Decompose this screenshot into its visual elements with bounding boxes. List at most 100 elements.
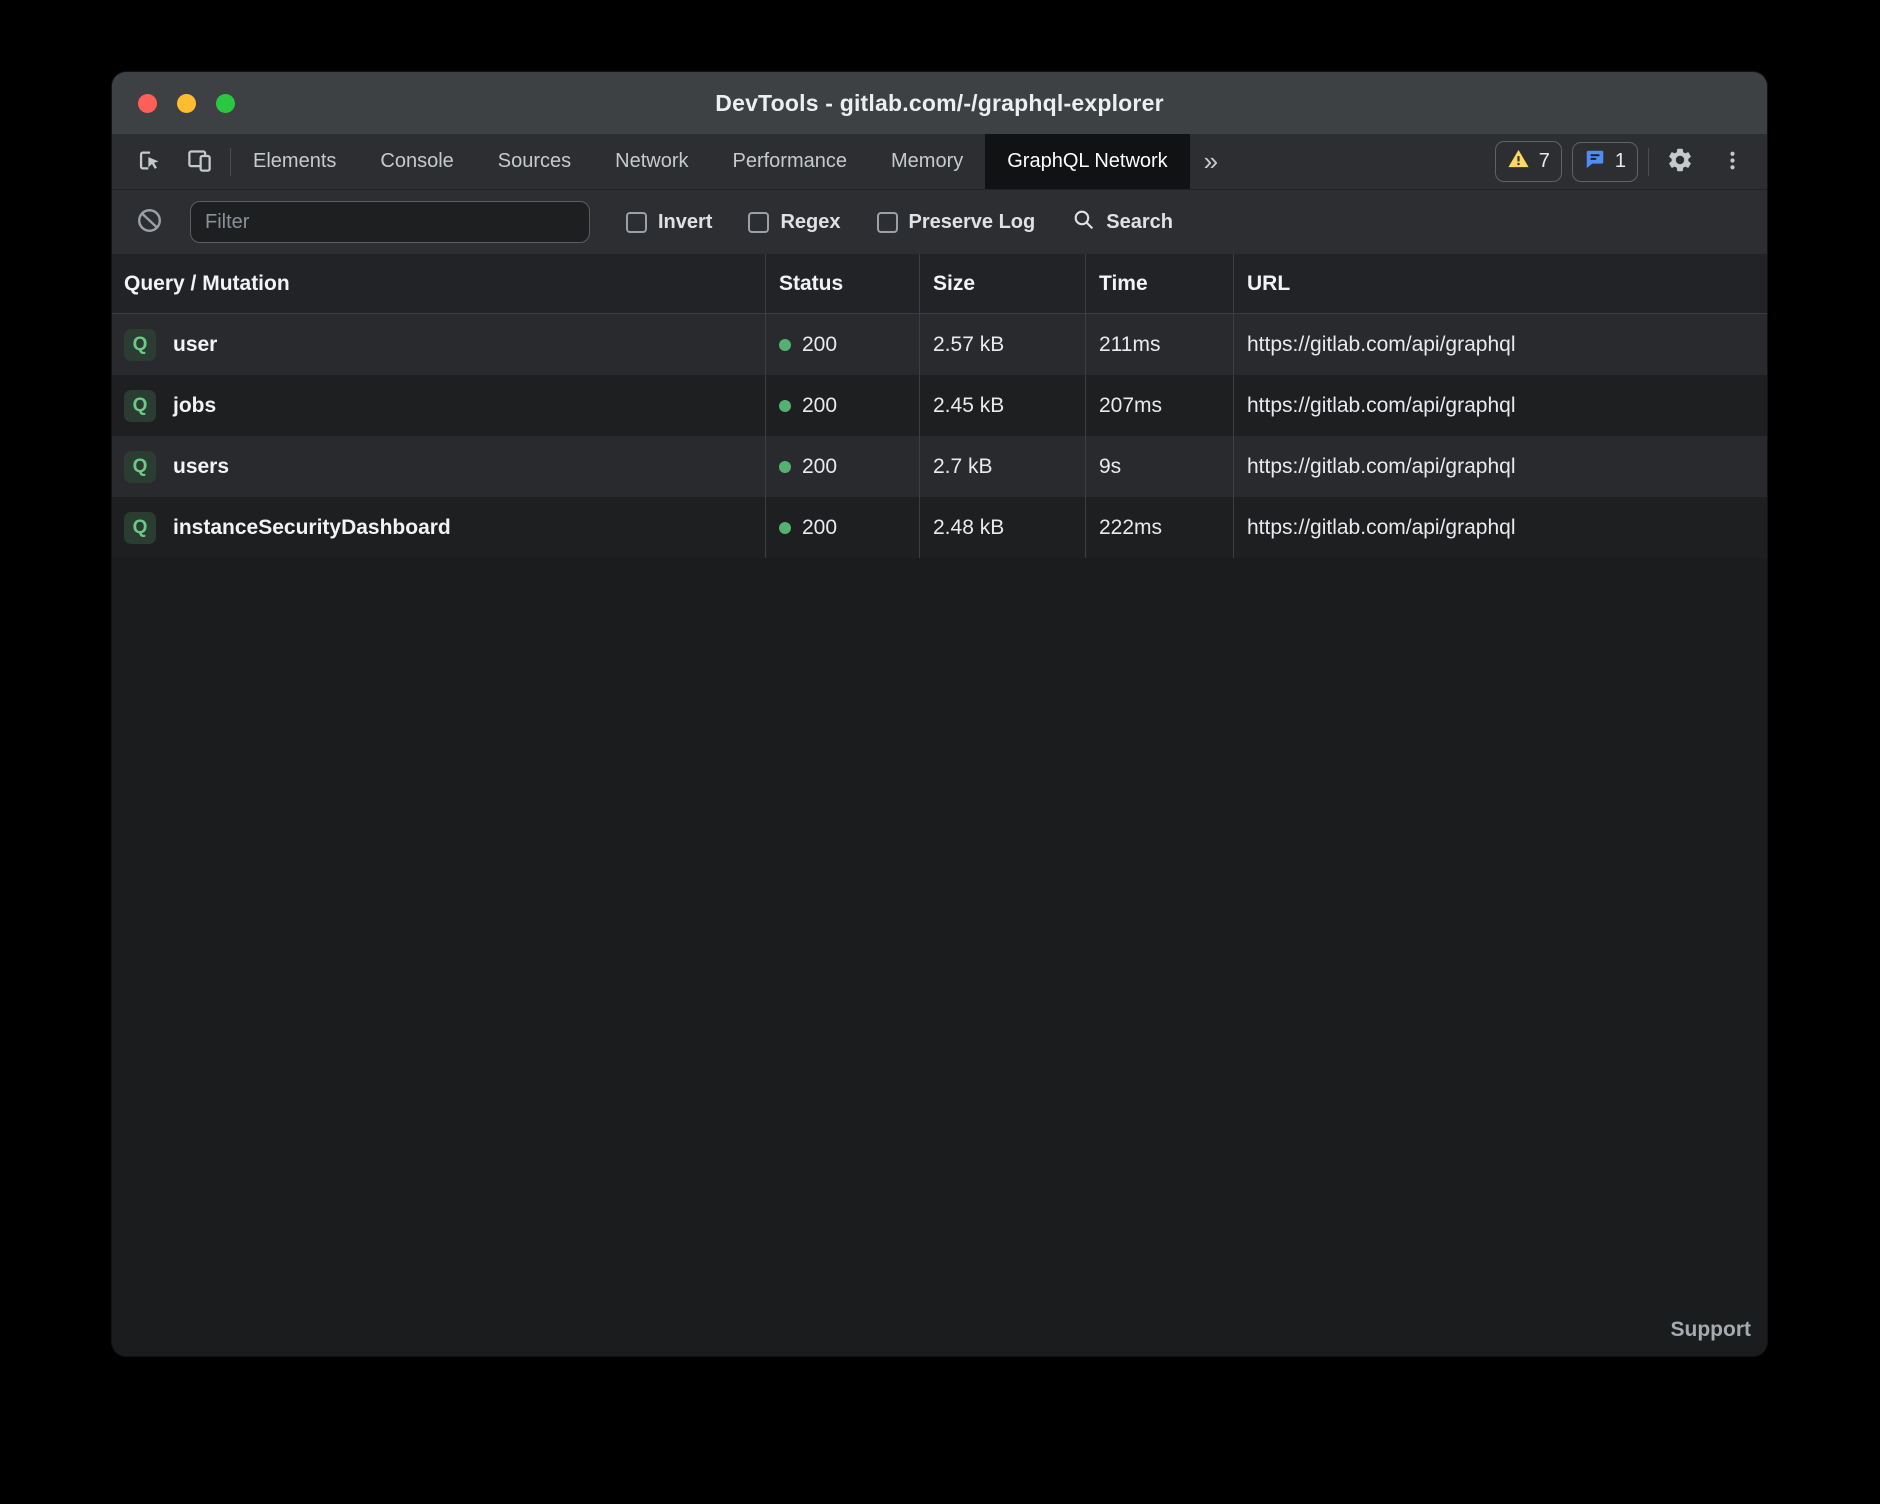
block-icon [135, 206, 164, 238]
menu-button[interactable] [1711, 142, 1753, 182]
query-cell: Q users [112, 436, 765, 497]
invert-label: Invert [658, 211, 712, 234]
query-name: instanceSecurityDashboard [173, 516, 451, 540]
tab-performance[interactable]: Performance [711, 134, 870, 189]
preserve-log-label: Preserve Log [909, 211, 1036, 234]
zoom-window-button[interactable] [216, 94, 235, 113]
inspect-cursor-icon [136, 147, 163, 177]
checkbox-icon [877, 212, 898, 233]
query-type-badge: Q [124, 390, 156, 422]
status-ok-dot-icon [779, 400, 791, 412]
search-control[interactable]: Search [1071, 207, 1173, 238]
url-cell: https://gitlab.com/api/graphql [1233, 375, 1767, 436]
size-cell: 2.7 kB [919, 436, 1085, 497]
devtools-window: DevTools - gitlab.com/-/graphql-explorer [112, 72, 1767, 1356]
more-tabs-button[interactable]: » [1190, 134, 1232, 189]
kebab-menu-icon [1720, 148, 1745, 176]
table-row[interactable]: Q instanceSecurityDashboard 200 2.48 kB … [112, 497, 1767, 558]
issues-icon [1584, 148, 1606, 176]
size-cell: 2.57 kB [919, 314, 1085, 375]
warning-icon [1507, 147, 1530, 176]
warnings-badge[interactable]: 7 [1495, 141, 1562, 182]
issues-badge[interactable]: 1 [1572, 142, 1638, 182]
gear-icon [1666, 146, 1694, 177]
minimize-window-button[interactable] [177, 94, 196, 113]
url-cell: https://gitlab.com/api/graphql [1233, 436, 1767, 497]
request-table-body: Q user 200 2.57 kB 211ms https://gitlab.… [112, 314, 1767, 1356]
query-type-badge: Q [124, 451, 156, 483]
tab-console[interactable]: Console [358, 134, 475, 189]
tabbar-right-controls: 7 1 [1495, 134, 1767, 189]
table-header: Query / Mutation Status Size Time URL [112, 254, 1767, 314]
tab-memory[interactable]: Memory [869, 134, 985, 189]
column-header-time[interactable]: Time [1085, 254, 1233, 313]
window-title: DevTools - gitlab.com/-/graphql-explorer [715, 90, 1163, 117]
tabbar-right-divider [1648, 148, 1649, 176]
regex-checkbox[interactable]: Regex [748, 211, 840, 234]
query-type-badge: Q [124, 512, 156, 544]
settings-button[interactable] [1659, 142, 1701, 182]
query-name: users [173, 455, 229, 479]
preserve-log-checkbox[interactable]: Preserve Log [877, 211, 1036, 234]
query-cell: Q jobs [112, 375, 765, 436]
time-cell: 222ms [1085, 497, 1233, 558]
filter-toolbar: Invert Regex Preserve Log Search [112, 190, 1767, 254]
query-name: jobs [173, 394, 216, 418]
tool-icons-group [112, 134, 230, 189]
tab-sources[interactable]: Sources [476, 134, 593, 189]
window-titlebar: DevTools - gitlab.com/-/graphql-explorer [112, 72, 1767, 134]
status-ok-dot-icon [779, 522, 791, 534]
size-cell: 2.48 kB [919, 497, 1085, 558]
traffic-lights [138, 72, 235, 134]
search-icon [1071, 207, 1096, 238]
warnings-count: 7 [1539, 150, 1550, 173]
url-cell: https://gitlab.com/api/graphql [1233, 314, 1767, 375]
clear-log-button[interactable] [132, 202, 166, 242]
column-header-url[interactable]: URL [1233, 254, 1767, 313]
panel-tabs: Elements Console Sources Network Perform… [231, 134, 1190, 189]
time-cell: 207ms [1085, 375, 1233, 436]
query-cell: Q user [112, 314, 765, 375]
status-cell: 200 [765, 497, 919, 558]
status-ok-dot-icon [779, 461, 791, 473]
column-header-status[interactable]: Status [765, 254, 919, 313]
table-row[interactable]: Q users 200 2.7 kB 9s https://gitlab.com… [112, 436, 1767, 497]
search-label: Search [1106, 211, 1173, 234]
devtools-tabbar: Elements Console Sources Network Perform… [112, 134, 1767, 190]
invert-checkbox[interactable]: Invert [626, 211, 712, 234]
size-cell: 2.45 kB [919, 375, 1085, 436]
tab-network[interactable]: Network [593, 134, 710, 189]
regex-label: Regex [780, 211, 840, 234]
table-row[interactable]: Q jobs 200 2.45 kB 207ms https://gitlab.… [112, 375, 1767, 436]
status-cell: 200 [765, 375, 919, 436]
column-header-size[interactable]: Size [919, 254, 1085, 313]
status-code: 200 [802, 333, 837, 357]
tab-graphql-network[interactable]: GraphQL Network [985, 134, 1189, 189]
column-header-query[interactable]: Query / Mutation [112, 254, 765, 313]
chevron-double-right-icon: » [1204, 146, 1218, 177]
checkbox-icon [748, 212, 769, 233]
status-code: 200 [802, 455, 837, 479]
tab-elements[interactable]: Elements [231, 134, 358, 189]
table-row[interactable]: Q user 200 2.57 kB 211ms https://gitlab.… [112, 314, 1767, 375]
status-code: 200 [802, 516, 837, 540]
status-cell: 200 [765, 314, 919, 375]
url-cell: https://gitlab.com/api/graphql [1233, 497, 1767, 558]
query-cell: Q instanceSecurityDashboard [112, 497, 765, 558]
query-type-badge: Q [124, 329, 156, 361]
device-toolbar-icon [186, 147, 213, 177]
close-window-button[interactable] [138, 94, 157, 113]
support-link[interactable]: Support [1671, 1318, 1751, 1342]
status-ok-dot-icon [779, 339, 791, 351]
desktop-background: DevTools - gitlab.com/-/graphql-explorer [0, 0, 1880, 1504]
query-name: user [173, 333, 217, 357]
status-code: 200 [802, 394, 837, 418]
time-cell: 9s [1085, 436, 1233, 497]
filter-input[interactable] [190, 201, 590, 243]
checkbox-icon [626, 212, 647, 233]
inspect-element-button[interactable] [128, 142, 170, 182]
device-toolbar-button[interactable] [178, 142, 220, 182]
issues-count: 1 [1615, 150, 1626, 173]
status-cell: 200 [765, 436, 919, 497]
time-cell: 211ms [1085, 314, 1233, 375]
